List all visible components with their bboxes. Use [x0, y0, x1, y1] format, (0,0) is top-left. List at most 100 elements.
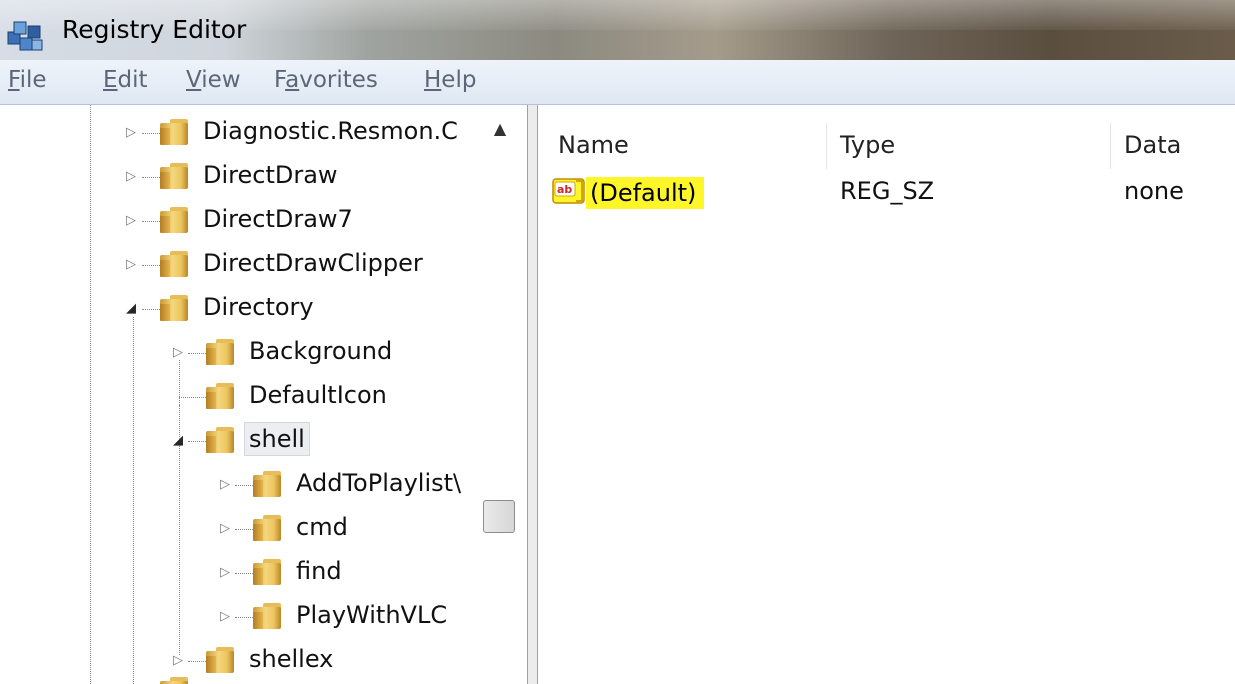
expand-arrow-icon[interactable]: ▷ — [124, 258, 138, 272]
column-header-name[interactable]: Name — [558, 131, 629, 159]
tree-connector — [235, 485, 253, 486]
tree-node-defaulticon[interactable]: DefaultIcon — [0, 377, 480, 417]
tree-node-label: Diagnostic.Resmon.C — [203, 117, 458, 145]
tree-node-directory[interactable]: ◢ Directory — [0, 289, 480, 329]
tree-node-playwithvlc[interactable]: ▷ PlayWithVLC — [0, 597, 480, 637]
tree-connector — [188, 441, 206, 442]
menu-edit-mnemonic: E — [103, 67, 118, 93]
folder-icon — [253, 559, 283, 585]
registry-key-tree[interactable]: ▷ Diagnostic.Resmon.C ▷ DirectDraw ▷ Dir… — [0, 105, 528, 684]
column-header-type[interactable]: Type — [840, 131, 895, 159]
folder-icon — [206, 383, 236, 409]
menu-favorites-pre: F — [274, 67, 286, 93]
tree-connector — [142, 133, 160, 134]
scrollbar-thumb[interactable] — [483, 500, 515, 533]
menu-edit-rest: dit — [117, 67, 148, 93]
folder-icon — [206, 647, 236, 673]
column-divider[interactable] — [826, 123, 827, 169]
tree-node-label: find — [296, 557, 342, 585]
tree-node-label: Background — [249, 337, 393, 365]
tree-connector — [235, 529, 253, 530]
tree-node-label: AddToPlaylist\ — [296, 469, 462, 497]
string-value-ab-icon: ab — [552, 178, 585, 204]
tree-connector — [142, 309, 160, 310]
expand-arrow-icon[interactable]: ▷ — [124, 170, 138, 184]
tree-connector — [142, 265, 160, 266]
expand-arrow-icon[interactable]: ▷ — [124, 126, 138, 140]
expand-arrow-icon[interactable]: ▷ — [218, 566, 232, 580]
tree-node-find[interactable]: ▷ find — [0, 553, 480, 593]
tree-node-directdraw7[interactable]: ▷ DirectDraw7 — [0, 201, 480, 241]
value-data: none — [1124, 177, 1184, 205]
menu-file[interactable]: File — [8, 67, 47, 93]
tree-node-label: PlayWithVLC — [296, 601, 448, 629]
tree-node-label: cmd — [296, 513, 348, 541]
tree-connector — [188, 661, 206, 662]
folder-icon — [160, 207, 190, 233]
folder-icon — [253, 603, 283, 629]
tree-connector — [235, 573, 253, 574]
tree-node-label: Directory — [203, 293, 314, 321]
menu-view-rest: iew — [201, 67, 241, 93]
menu-help[interactable]: Help — [424, 67, 476, 93]
column-divider[interactable] — [1110, 123, 1111, 169]
folder-icon — [160, 119, 190, 145]
tree-node-directdrawclipper[interactable]: ▷ DirectDrawClipper — [0, 245, 480, 285]
svg-text:ab: ab — [557, 183, 572, 196]
menu-favorites-rest: vorites — [299, 67, 378, 93]
expand-arrow-icon[interactable]: ▷ — [218, 610, 232, 624]
menu-favorites-mnemonic: a — [285, 67, 300, 93]
tree-node-shell[interactable]: ◢ shell — [0, 421, 480, 461]
collapse-arrow-icon[interactable]: ◢ — [171, 434, 185, 448]
folder-icon — [206, 427, 236, 453]
expand-arrow-icon[interactable]: ▷ — [171, 346, 185, 360]
tree-node-cmd[interactable]: ▷ cmd — [0, 509, 480, 549]
expand-arrow-icon[interactable]: ▷ — [218, 522, 232, 536]
title-bar[interactable]: Registry Editor — [0, 0, 1235, 60]
expand-arrow-icon[interactable]: ▷ — [218, 478, 232, 492]
tree-connector — [235, 617, 253, 618]
value-type: REG_SZ — [840, 177, 935, 205]
tree-node-addtoplaylist[interactable]: ▷ AddToPlaylist\ — [0, 465, 480, 505]
tree-node-background[interactable]: ▷ Background — [0, 333, 480, 373]
pane-splitter[interactable] — [527, 105, 538, 684]
folder-icon — [160, 251, 190, 277]
folder-icon — [160, 163, 190, 189]
expand-arrow-icon[interactable]: ▷ — [124, 214, 138, 228]
column-header-data[interactable]: Data — [1124, 131, 1181, 159]
folder-icon — [206, 339, 236, 365]
menu-help-rest: elp — [441, 67, 477, 93]
scroll-up-arrow-icon[interactable]: ▲ — [484, 108, 516, 148]
menu-favorites[interactable]: Favorites — [274, 67, 378, 93]
folder-icon — [160, 677, 190, 684]
tree-node-label: DefaultIcon — [249, 381, 387, 409]
tree-node-directdraw[interactable]: ▷ DirectDraw — [0, 157, 480, 197]
tree-node-label: DirectDraw — [203, 161, 338, 189]
collapse-arrow-icon[interactable]: ◢ — [124, 302, 138, 316]
expand-arrow-icon[interactable]: ▷ — [171, 654, 185, 668]
tree-node-label: DirectDrawClipper — [203, 249, 423, 277]
window-title: Registry Editor — [62, 15, 247, 44]
tree-connector — [188, 353, 206, 354]
folder-icon — [253, 471, 283, 497]
column-header: Name Type Data — [538, 123, 1235, 171]
tree-node-label: DirectDraw7 — [203, 205, 353, 233]
tree-connector — [142, 221, 160, 222]
tree-node-label: shellex — [249, 645, 334, 673]
registry-values-list[interactable]: Name Type Data ab (Default) REG_SZ none — [538, 105, 1235, 684]
menu-edit[interactable]: Edit — [103, 67, 148, 93]
menu-bar: File Edit View Favorites Help — [0, 60, 1235, 105]
tree-node-shellex[interactable]: ▷ shellex — [0, 641, 480, 681]
menu-file-mnemonic: F — [8, 67, 20, 93]
folder-icon — [253, 515, 283, 541]
tree-node-label-selected: shell — [244, 422, 310, 456]
tree-node-diagnostic-resmon[interactable]: ▷ Diagnostic.Resmon.C — [0, 113, 480, 153]
menu-help-mnemonic: H — [424, 67, 442, 93]
tree-connector — [179, 397, 206, 398]
tree-connector — [142, 177, 160, 178]
menu-view[interactable]: View — [186, 67, 241, 93]
registry-editor-icon — [7, 21, 43, 51]
value-name: (Default) — [586, 177, 705, 209]
folder-icon — [160, 295, 190, 321]
menu-file-rest: ile — [19, 67, 47, 93]
